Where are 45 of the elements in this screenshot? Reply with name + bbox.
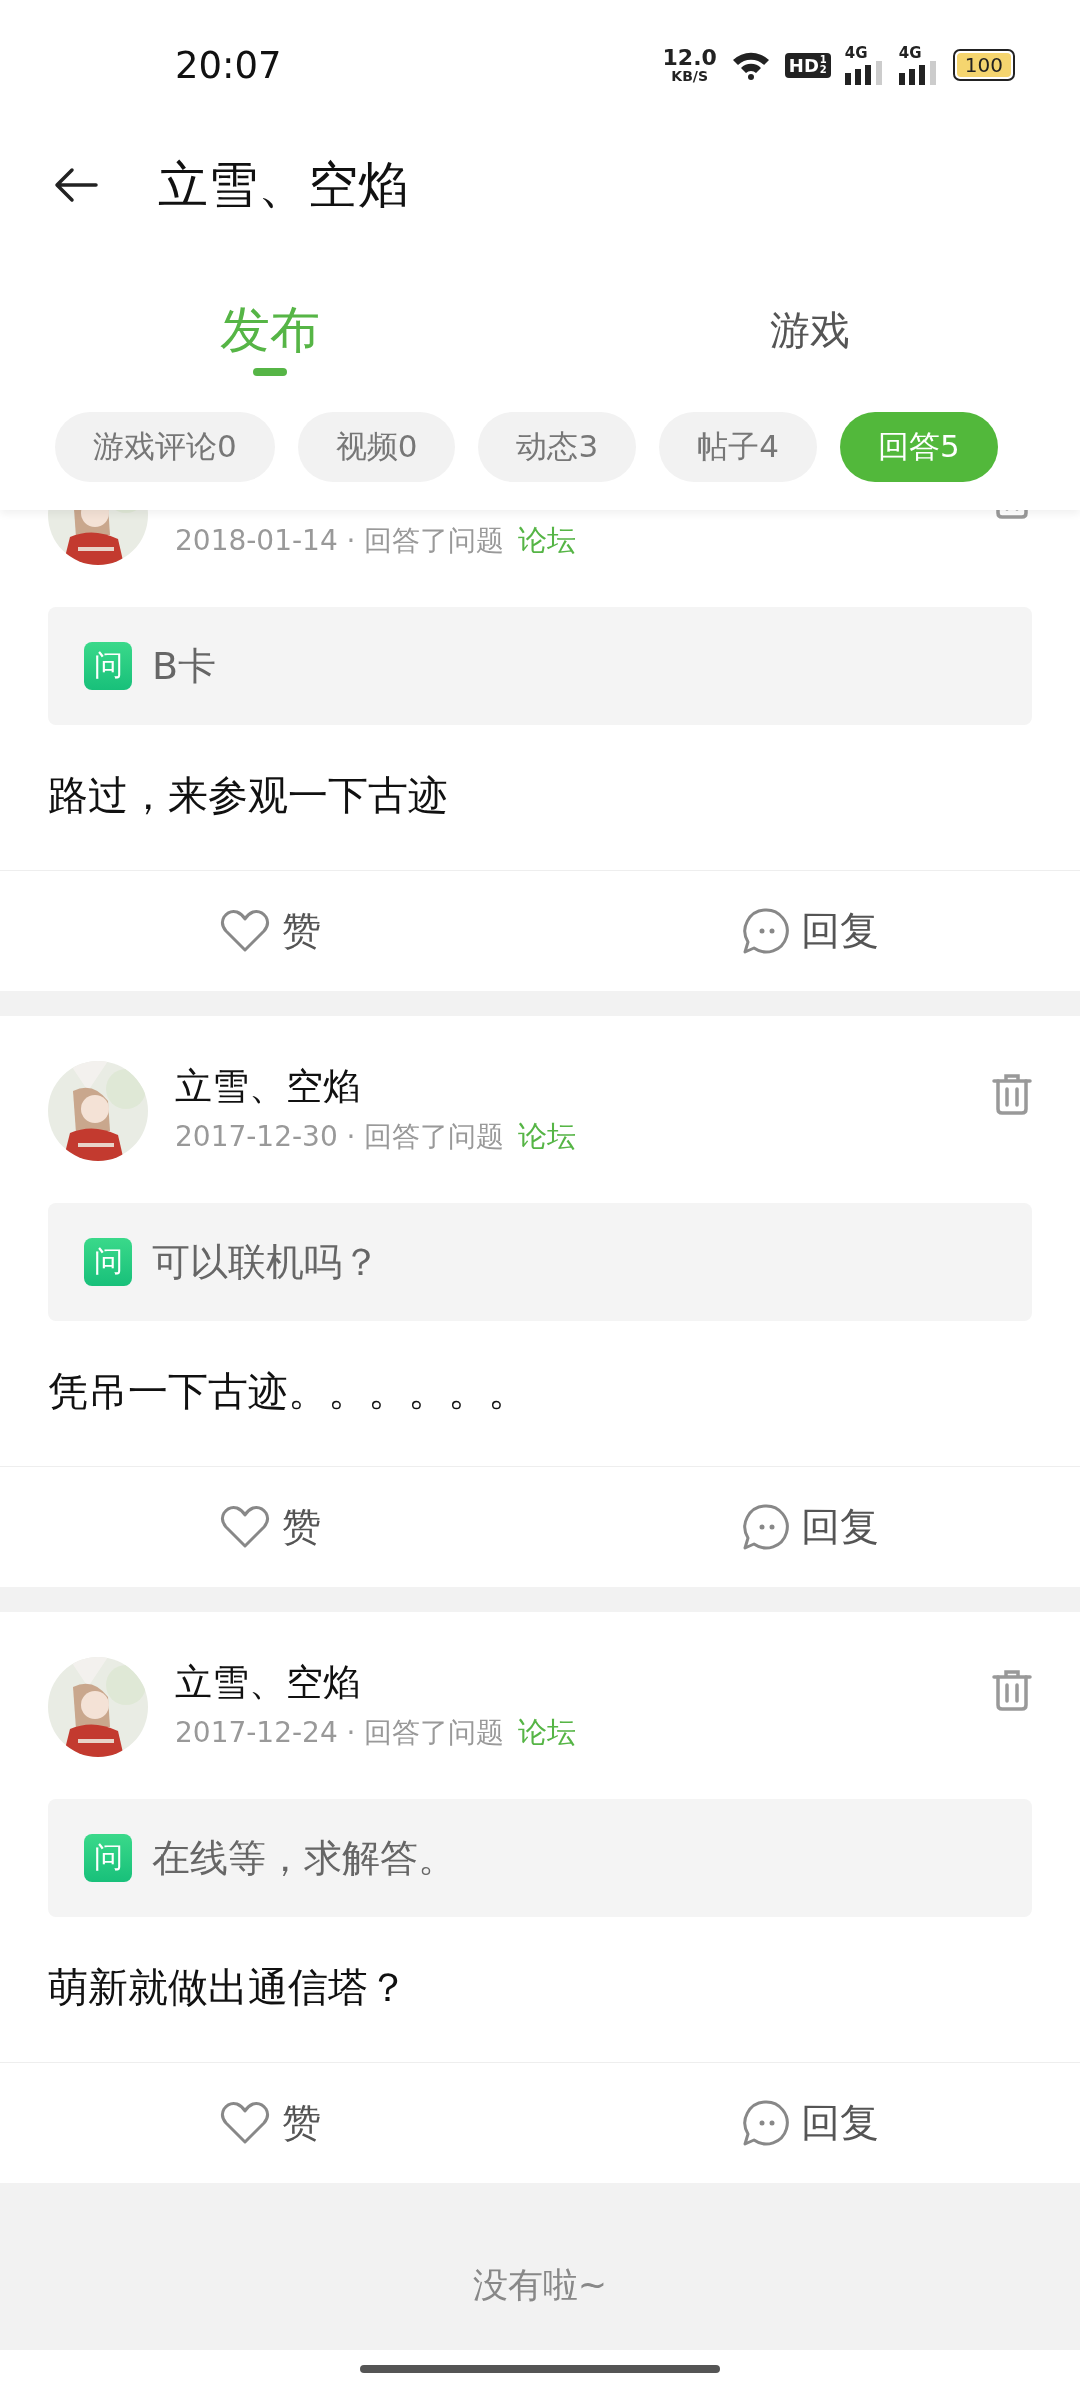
- clock: 20:07: [175, 43, 282, 87]
- filter-chip[interactable]: 动态3: [478, 412, 637, 482]
- page-title: 立雪、空焰: [158, 154, 408, 216]
- back-arrow-icon: [54, 167, 98, 203]
- speed-value: 12.0: [662, 47, 717, 69]
- reply-button[interactable]: 回复: [540, 871, 1080, 991]
- chat-bubble-icon: [741, 1503, 789, 1551]
- question-text: 可以联机吗？: [152, 1238, 380, 1286]
- user-name: 立雪、空焰: [175, 1064, 361, 1110]
- question-box[interactable]: 问 在线等，求解答。: [48, 1799, 1032, 1917]
- network-type: 4G: [844, 45, 868, 61]
- like-button[interactable]: 赞: [0, 1467, 540, 1587]
- answer-text: 凭吊一下古迹。。。。。。: [47, 1367, 529, 1416]
- end-of-list-text: 没有啦~: [472, 2264, 608, 2307]
- reply-button[interactable]: 回复: [540, 1467, 1080, 1587]
- question-box[interactable]: 问 可以联机吗？: [48, 1203, 1032, 1321]
- network-type: 4G: [898, 45, 922, 61]
- question-box[interactable]: 问 B卡: [48, 607, 1032, 725]
- tab[interactable]: 游戏: [540, 240, 1080, 390]
- battery-icon: 100: [952, 49, 1015, 81]
- post-meta: 2017-12-30 · 回答了问题: [175, 1119, 505, 1155]
- filter-chip[interactable]: 游戏评论0: [55, 412, 275, 482]
- heart-icon: [219, 2101, 270, 2145]
- filter-chip[interactable]: 帖子4: [659, 412, 817, 482]
- heart-icon: [219, 909, 270, 953]
- question-badge: 问: [84, 642, 132, 690]
- speed-unit: KB/S: [671, 69, 709, 83]
- like-button[interactable]: 赞: [0, 871, 540, 991]
- question-text: 在线等，求解答。: [152, 1834, 456, 1882]
- post-meta: 2018-01-14 · 回答了问题: [175, 523, 505, 559]
- like-button[interactable]: 赞: [0, 2063, 540, 2183]
- reply-button[interactable]: 回复: [540, 2063, 1080, 2183]
- signal-icon: [844, 60, 885, 85]
- post-meta: 2017-12-24 · 回答了问题: [175, 1715, 505, 1751]
- chat-bubble-icon: [741, 2099, 789, 2147]
- answer-text: 萌新就做出通信塔？: [47, 1963, 409, 2012]
- answer-text: 路过，来参观一下古迹: [47, 771, 449, 820]
- question-text: B卡: [152, 642, 217, 690]
- chat-bubble-icon: [741, 907, 789, 955]
- signal-icon: [898, 60, 939, 85]
- question-badge: 问: [84, 1834, 132, 1882]
- filter-chip[interactable]: 视频0: [297, 412, 456, 482]
- question-badge: 问: [84, 1238, 132, 1286]
- user-name: 立雪、空焰: [175, 1660, 361, 1706]
- heart-icon: [219, 1505, 270, 1549]
